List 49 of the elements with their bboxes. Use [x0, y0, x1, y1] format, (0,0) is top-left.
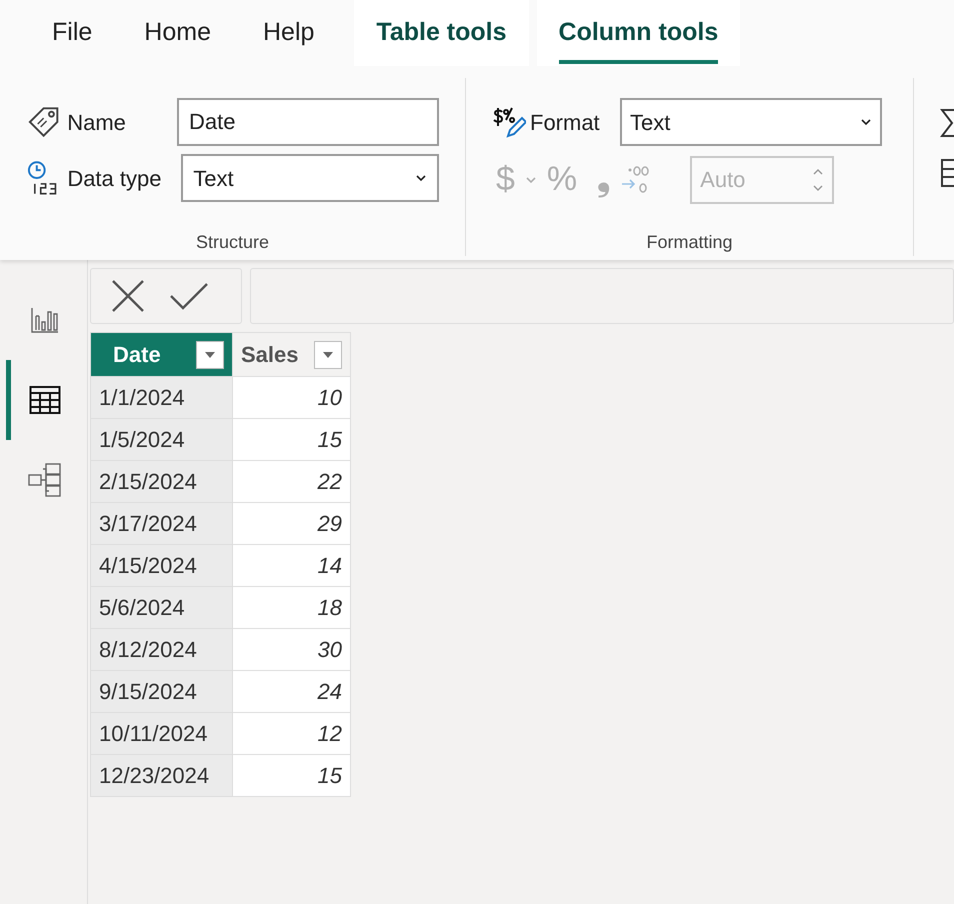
table-cell: 29 [232, 502, 350, 544]
data-type-label: Data type [67, 164, 162, 193]
name-label: Name [67, 108, 127, 136]
table-cell: 12/23/2024 [90, 754, 232, 796]
table-cell: 5/6/2024 [90, 586, 232, 628]
table-cell: 1/5/2024 [90, 418, 232, 460]
table-cell: 3/17/2024 [90, 502, 232, 544]
format-label: Format [530, 108, 601, 136]
checkmark-icon[interactable] [169, 282, 209, 310]
table-cell: 1/1/2024 [90, 376, 232, 418]
ribbon-tab[interactable]: Column tools [536, 0, 740, 66]
table-cell: 12 [232, 712, 350, 754]
table-cell: 2/15/2024 [90, 460, 232, 502]
table-cell: 18 [232, 586, 350, 628]
table-cell: 14 [232, 544, 350, 586]
table-cell: 8/12/2024 [90, 628, 232, 670]
table-cell: 10/11/2024 [90, 712, 232, 754]
close-icon[interactable] [111, 279, 145, 313]
name-field[interactable]: Date [177, 98, 439, 146]
chevron-down-icon [524, 176, 537, 184]
table-cell: 9/15/2024 [90, 670, 232, 712]
table-cell: 15 [232, 418, 350, 460]
table-cell: 15 [232, 754, 350, 796]
table-column-icon [940, 158, 954, 188]
ribbon-tab[interactable]: File [30, 0, 114, 66]
table-cell: 4/15/2024 [90, 544, 232, 586]
tag-icon [26, 106, 62, 138]
bar-chart-icon [30, 306, 60, 334]
column-header[interactable]: Sales [232, 332, 350, 376]
chevron-down-icon [415, 174, 427, 182]
caret-icon [205, 352, 215, 358]
table-cell: 10 [232, 376, 350, 418]
column-header[interactable]: Date [90, 332, 232, 376]
sigma-icon [940, 108, 954, 138]
group-label: Structure [196, 231, 270, 254]
ribbon-tab[interactable]: Help [240, 0, 336, 66]
table-cell: 22 [232, 460, 350, 502]
chevron-down-icon [860, 118, 872, 126]
table-cell: 24 [232, 670, 350, 712]
table-icon [29, 385, 61, 415]
ribbon-tab[interactable]: Home [122, 0, 233, 66]
group-label: Formatting [646, 231, 733, 254]
caret-icon [323, 352, 333, 358]
filter-dropdown-button[interactable] [314, 340, 342, 368]
filter-dropdown-button[interactable] [196, 340, 224, 368]
data-type-dropdown[interactable]: Text [181, 154, 439, 202]
table-cell: 30 [232, 628, 350, 670]
decrease-decimal-icon [620, 164, 650, 196]
ribbon-tab[interactable]: Table tools [354, 0, 529, 66]
